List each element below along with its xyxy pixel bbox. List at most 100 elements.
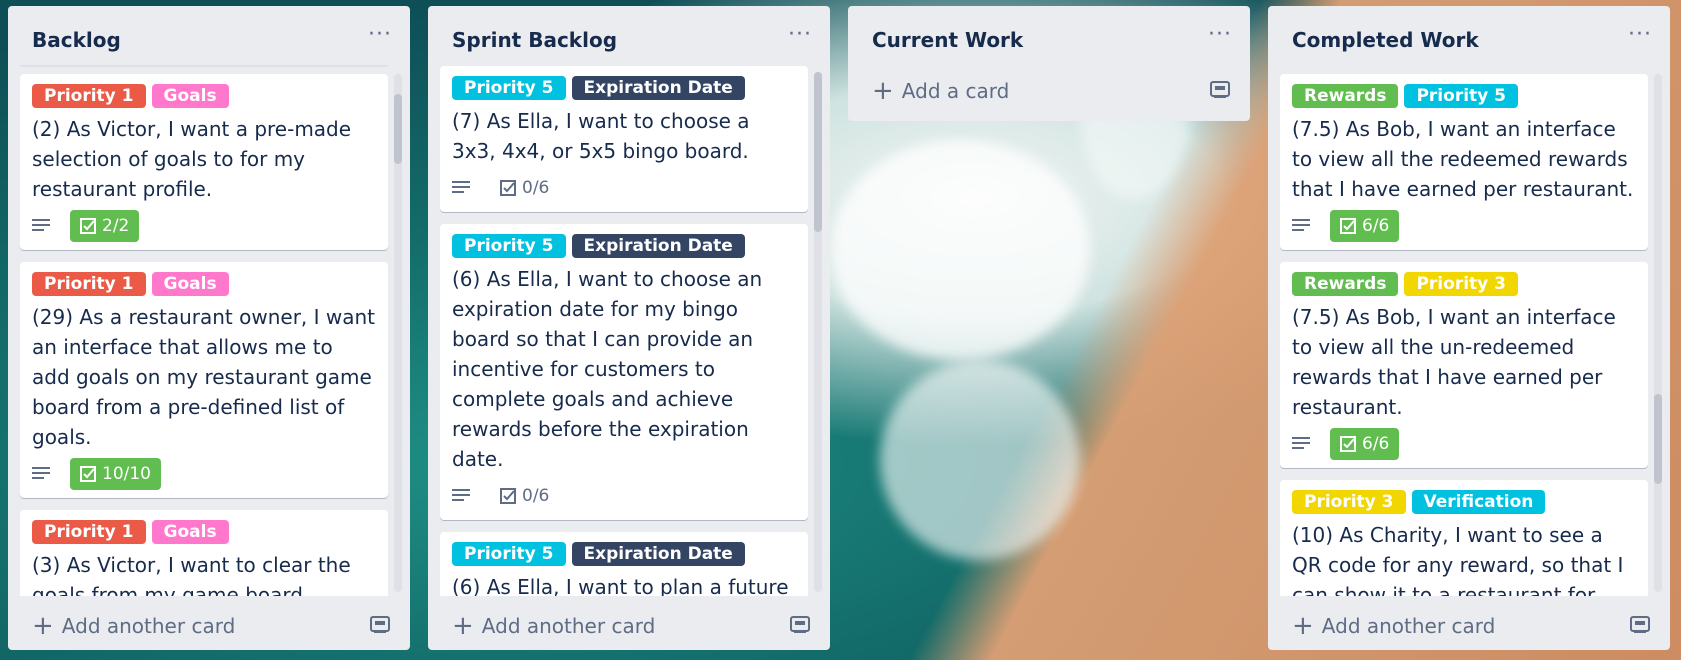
card-template-icon[interactable] [1210,81,1230,99]
list-title[interactable]: Completed Work [1292,28,1479,52]
list-menu-icon[interactable]: ··· [368,22,392,47]
list-sprint-backlog: Sprint Backlog ··· Priority 5 Expiration… [428,6,830,650]
list-menu-icon[interactable]: ··· [1208,22,1232,47]
scrollbar[interactable] [1654,74,1662,592]
scrollbar-thumb[interactable] [814,72,822,232]
label-priority[interactable]: Priority 5 [452,76,566,100]
checklist-count: 6/6 [1362,434,1390,454]
plus-icon: + [1292,611,1314,641]
card-title: (29) As a restaurant owner, I want an in… [32,305,376,449]
card[interactable]: Priority 1 Goals (3) As Victor, I want t… [20,510,388,596]
checklist-count: 2/2 [102,216,130,236]
add-card-button[interactable]: + Add another card [1292,611,1496,641]
checklist-badge: 0/6 [490,172,559,204]
list-menu-icon[interactable]: ··· [1628,22,1652,47]
checklist-count: 0/6 [522,178,550,198]
add-card-button[interactable]: + Add a card [872,76,1010,106]
list-header: Completed Work ··· [1268,6,1670,66]
checklist-badge: 6/6 [1330,428,1400,460]
scrollbar-thumb[interactable] [394,94,402,164]
card-title: (2) As Victor, I want a pre-made selecti… [32,117,352,201]
description-icon [1292,219,1310,231]
list-current-work: Current Work ··· + Add a card [848,6,1250,121]
label-priority[interactable]: Priority 1 [32,272,146,296]
label-goals[interactable]: Goals [151,84,229,108]
checklist-count: 0/6 [522,486,550,506]
description-icon [1292,437,1310,449]
label-priority[interactable]: Priority 1 [32,520,146,544]
label-priority[interactable]: Priority 1 [32,84,146,108]
label-rewards[interactable]: Rewards [1292,84,1399,108]
card-title: (6) As Ella, I want to choose an expirat… [452,267,763,471]
label-goals[interactable]: Goals [151,520,229,544]
checklist-badge: 10/10 [70,458,161,490]
card-title: (10) As Charity, I want to see a QR code… [1292,523,1624,596]
description-icon [32,219,50,231]
add-card-label: Add another card [1321,614,1496,638]
add-card-label: Add another card [61,614,236,638]
list-header: Sprint Backlog ··· [428,6,830,66]
background-foam [880,360,1080,560]
checklist-badge: 6/6 [1330,210,1400,242]
label-goals[interactable]: Goals [151,272,229,296]
card[interactable]: Rewards Priority 5 (7.5) As Bob, I want … [1280,74,1648,250]
card[interactable]: Priority 5 Expiration Date (6) As Ella, … [440,224,808,520]
checklist-icon [500,180,516,196]
card[interactable]: Priority 3 Verification (10) As Charity,… [1280,480,1648,596]
checklist-icon [80,466,96,482]
label-priority[interactable]: Priority 5 [452,234,566,258]
checklist-count: 10/10 [102,464,151,484]
label-expiration-date[interactable]: Expiration Date [571,542,745,566]
list-menu-icon[interactable]: ··· [788,22,812,47]
scrollbar-thumb[interactable] [1654,394,1662,484]
card[interactable]: Priority 1 Goals (2) As Victor, I want a… [20,74,388,250]
add-card-button[interactable]: + Add another card [452,611,655,641]
label-priority[interactable]: Priority 5 [452,542,566,566]
card-list: Rewards Priority 5 (7.5) As Bob, I want … [1280,74,1648,596]
scrollbar[interactable] [394,74,402,592]
list-header: Current Work ··· [848,6,1250,66]
label-rewards[interactable]: Rewards [1292,272,1399,296]
add-card-label: Add a card [901,79,1010,103]
checklist-icon [1340,218,1356,234]
divider [20,65,388,67]
card-title: (7.5) As Bob, I want an interface to vie… [1292,305,1616,419]
card[interactable]: Rewards Priority 3 (7.5) As Bob, I want … [1280,262,1648,468]
checklist-icon [80,218,96,234]
card-title: (3) As Victor, I want to clear the goals… [32,553,351,596]
card[interactable]: Priority 5 Expiration Date (6) As Ella, … [440,532,808,596]
label-verification[interactable]: Verification [1411,490,1546,514]
add-card-button[interactable]: + Add another card [32,613,236,639]
checklist-icon [1340,436,1356,452]
list-title[interactable]: Sprint Backlog [452,28,617,52]
plus-icon: + [872,76,894,106]
label-priority[interactable]: Priority 3 [1292,490,1406,514]
checklist-badge: 2/2 [70,210,140,242]
scrollbar[interactable] [814,72,822,592]
card-template-icon[interactable] [790,616,810,634]
checklist-badge: 0/6 [490,480,559,512]
card-list: Priority 5 Expiration Date (7) As Ella, … [440,66,808,596]
card-title: (6) As Ella, I want to plan a future bin… [452,575,789,596]
background-foam [830,140,1090,360]
list-title[interactable]: Backlog [32,28,121,52]
list-backlog: Backlog ··· Priority 1 Goals (2) As Vict… [8,6,410,650]
label-expiration-date[interactable]: Expiration Date [571,76,745,100]
card[interactable]: Priority 1 Goals (29) As a restaurant ow… [20,262,388,498]
plus-icon: + [452,611,474,641]
description-icon [452,181,470,193]
checklist-icon [500,488,516,504]
card[interactable]: Priority 5 Expiration Date (7) As Ella, … [440,66,808,212]
card-template-icon[interactable] [1630,616,1650,634]
description-icon [32,467,50,479]
label-priority[interactable]: Priority 5 [1404,84,1518,108]
card-title: (7.5) As Bob, I want an interface to vie… [1292,117,1634,201]
label-expiration-date[interactable]: Expiration Date [571,234,745,258]
list-header: Backlog ··· [8,6,410,66]
list-completed-work: Completed Work ··· Rewards Priority 5 (7… [1268,6,1670,650]
checklist-count: 6/6 [1362,216,1390,236]
card-template-icon[interactable] [370,616,390,634]
list-title[interactable]: Current Work [872,28,1023,52]
card-list: Priority 1 Goals (2) As Victor, I want a… [20,74,388,596]
label-priority[interactable]: Priority 3 [1404,272,1518,296]
